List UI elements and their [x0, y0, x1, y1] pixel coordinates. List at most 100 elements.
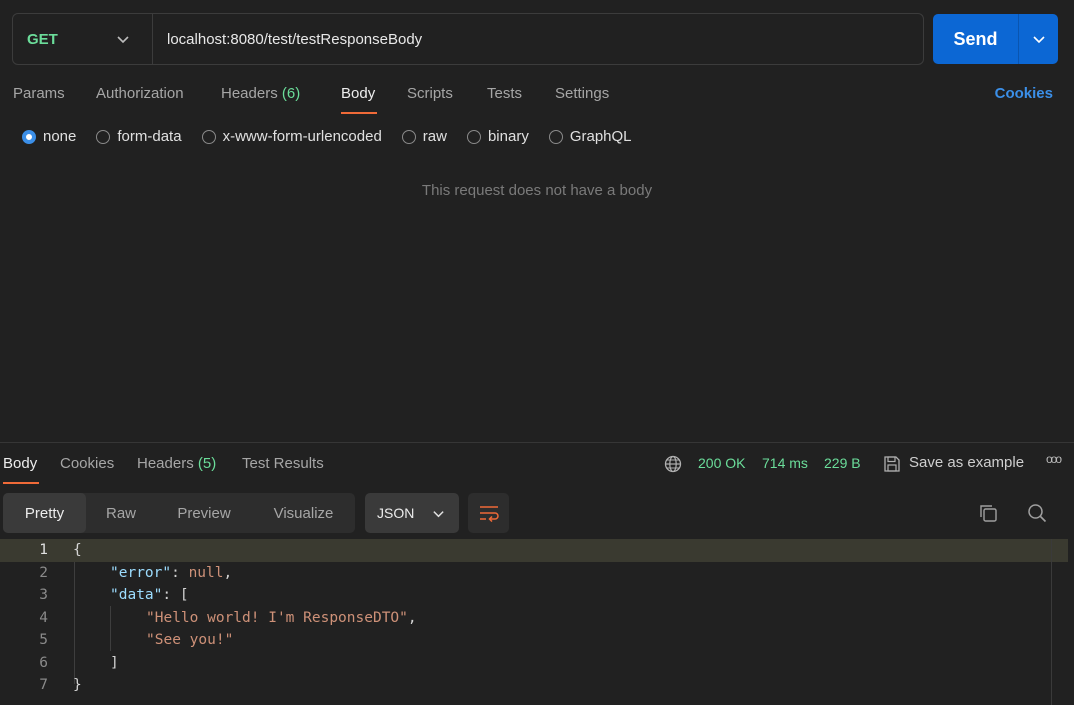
radio-label: x-www-form-urlencoded	[222, 128, 382, 145]
active-tab-underline	[3, 482, 39, 484]
status-code[interactable]: 200 OK	[698, 455, 745, 471]
tab-body[interactable]: Body	[341, 85, 375, 102]
line-number: 2	[39, 564, 48, 581]
code-text: "error": null,	[110, 565, 232, 581]
code-line: 4 "Hello world! I'm ResponseDTO",	[0, 607, 1068, 630]
line-number: 3	[39, 587, 48, 604]
send-button[interactable]: Send	[933, 14, 1018, 64]
radio-form-data[interactable]: form-data	[96, 128, 182, 145]
tab-headers[interactable]: Headers (6)	[221, 85, 300, 102]
code-line: 2 "error": null,	[0, 562, 1068, 585]
body-type-options: none form-data x-www-form-urlencoded raw…	[22, 128, 652, 145]
radio-selected-indicator	[22, 129, 36, 144]
tab-headers-label: Headers	[221, 85, 278, 102]
json-string: "See you!"	[146, 632, 234, 649]
line-number: 1	[39, 542, 48, 559]
request-tabs: Params Authorization Headers (6) Body Sc…	[0, 80, 1074, 116]
pane-divider[interactable]	[0, 442, 1074, 443]
json-key: "error"	[110, 564, 172, 581]
tab-scripts[interactable]: Scripts	[407, 85, 453, 102]
json-comma: ,	[407, 609, 417, 626]
radio-binary[interactable]: binary	[466, 128, 529, 145]
json-key: "data"	[110, 587, 163, 604]
tab-settings[interactable]: Settings	[555, 85, 609, 102]
radio-indicator	[96, 129, 111, 144]
view-visualize[interactable]: Visualize	[252, 493, 355, 533]
response-tab-headers[interactable]: Headers (5)	[137, 455, 216, 472]
url-bar: GET localhost:8080/test/testResponseBody	[12, 13, 924, 65]
tab-params[interactable]: Params	[13, 85, 65, 102]
format-label: JSON	[377, 505, 415, 521]
send-options-button[interactable]	[1019, 14, 1058, 64]
radio-label: binary	[487, 128, 529, 145]
radio-label: GraphQL	[569, 128, 632, 145]
globe-icon[interactable]	[664, 455, 682, 473]
code-line: 3 "data": [	[0, 584, 1068, 607]
response-tab-body[interactable]: Body	[3, 455, 37, 472]
editor-scrollbar[interactable]	[1051, 539, 1052, 705]
radio-indicator	[201, 129, 216, 144]
response-code-editor[interactable]: 1 { 2 "error": null, 3 "data": [ 4 "Hell…	[0, 539, 1074, 705]
code-line: 5 "See you!"	[0, 629, 1068, 652]
tab-authorization[interactable]: Authorization	[96, 85, 184, 102]
empty-body-message: This request does not have a body	[421, 182, 653, 199]
cookies-link[interactable]: Cookies	[995, 85, 1053, 102]
radio-label: raw	[422, 128, 447, 145]
code-line: 1 {	[0, 539, 1068, 562]
format-select[interactable]: JSON	[365, 493, 459, 533]
chevron-down-icon	[117, 36, 129, 44]
response-tab-cookies[interactable]: Cookies	[60, 455, 114, 472]
headers-count: (6)	[281, 85, 301, 102]
json-colon: :	[171, 564, 189, 581]
code-text: }	[73, 677, 82, 694]
response-view-switcher: Pretty Raw Preview Visualize	[3, 493, 355, 533]
code-text: "data": [	[110, 587, 189, 603]
response-tabs: Body Cookies Headers (5) Test Results 20…	[0, 452, 1074, 486]
radio-indicator	[466, 129, 481, 144]
wrap-lines-button[interactable]	[468, 493, 509, 533]
copy-icon[interactable]	[978, 503, 998, 523]
code-text: ]	[110, 654, 119, 671]
code-text: {	[73, 542, 82, 559]
response-tab-headers-label: Headers	[137, 455, 194, 472]
json-null: null	[188, 564, 224, 581]
active-tab-underline	[341, 112, 377, 114]
more-options-button[interactable]: ooo	[1046, 452, 1062, 466]
radio-indicator	[401, 129, 416, 144]
radio-urlencoded[interactable]: x-www-form-urlencoded	[201, 128, 382, 145]
radio-none[interactable]: none	[22, 128, 76, 145]
search-icon[interactable]	[1027, 503, 1047, 523]
code-line: 7 }	[0, 674, 1068, 697]
response-time[interactable]: 714 ms	[762, 455, 808, 471]
view-preview[interactable]: Preview	[156, 493, 252, 533]
response-tab-test-results[interactable]: Test Results	[242, 455, 324, 472]
save-icon	[884, 456, 900, 472]
code-text: "Hello world! I'm ResponseDTO",	[146, 610, 417, 626]
line-number: 5	[39, 632, 48, 649]
json-punct: : [	[162, 587, 189, 604]
radio-indicator	[548, 129, 563, 144]
code-line: 6 ]	[0, 652, 1068, 675]
view-raw[interactable]: Raw	[86, 493, 156, 533]
line-number: 4	[39, 609, 48, 626]
json-comma: ,	[223, 564, 233, 581]
json-string: "Hello world! I'm ResponseDTO"	[146, 609, 408, 626]
wrap-lines-icon	[479, 506, 499, 522]
tab-tests[interactable]: Tests	[487, 85, 522, 102]
radio-label: none	[43, 128, 77, 145]
chevron-down-icon	[433, 510, 444, 517]
radio-graphql[interactable]: GraphQL	[548, 128, 632, 145]
url-input[interactable]: localhost:8080/test/testResponseBody	[153, 31, 422, 48]
chevron-down-icon	[1032, 36, 1045, 44]
response-size[interactable]: 229 B	[824, 455, 861, 471]
send-button-group: Send	[933, 14, 1058, 64]
radio-label: form-data	[117, 128, 182, 145]
method-label: GET	[27, 30, 58, 48]
view-pretty[interactable]: Pretty	[3, 493, 86, 533]
save-as-example-button[interactable]: Save as example	[909, 454, 1024, 471]
response-headers-count: (5)	[197, 455, 217, 472]
method-select[interactable]: GET	[13, 14, 153, 64]
line-number: 6	[39, 654, 48, 671]
line-number: 7	[39, 677, 48, 694]
radio-raw[interactable]: raw	[401, 128, 447, 145]
